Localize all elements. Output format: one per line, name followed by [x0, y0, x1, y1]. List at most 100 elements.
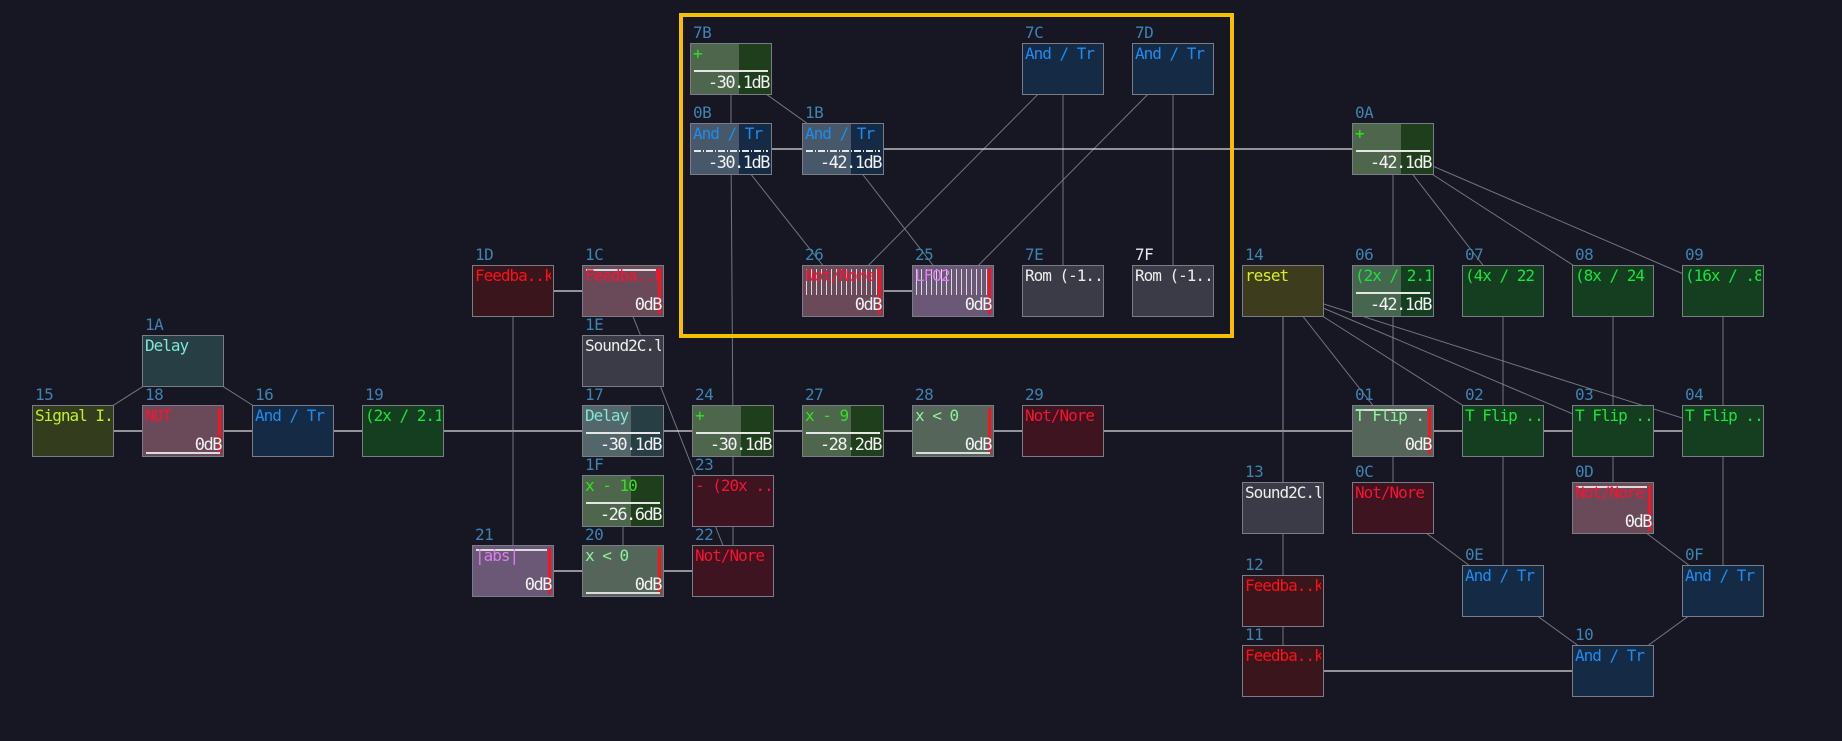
node-14[interactable]: 14 reset — [1242, 246, 1324, 317]
node-id-label: 19 — [365, 385, 384, 404]
node-title: Feedba..k — [1245, 577, 1321, 595]
node-title: x < 0 — [585, 547, 629, 565]
node-21[interactable]: 21 |abs| 0dB — [472, 526, 554, 597]
node-value: 0dB — [524, 575, 553, 595]
node-18[interactable]: 18 NOT 0dB — [142, 386, 224, 457]
node-id-label: 1B — [805, 103, 824, 122]
node-title: (2x / 2.1 — [1355, 267, 1431, 285]
node-id-label: 06 — [1355, 245, 1374, 264]
node-id-label: 7D — [1135, 23, 1154, 42]
node-id-label: 7F — [1135, 245, 1154, 264]
node-1b[interactable]: 1B And / Tr -42.1dB — [802, 104, 884, 175]
node-id-label: 1C — [585, 245, 604, 264]
node-0a[interactable]: 0A + -42.1dB — [1352, 104, 1434, 175]
node-16[interactable]: 16 And / Tr — [252, 386, 334, 457]
node-29[interactable]: 29 Not/Nore — [1022, 386, 1104, 457]
node-19[interactable]: 19 (2x / 2.1 — [362, 386, 444, 457]
node-1d[interactable]: 1D Feedba..k — [472, 246, 554, 317]
node-title: (2x / 2.1 — [365, 407, 441, 425]
node-7e[interactable]: 7E Rom (-1..) — [1022, 246, 1104, 317]
node-title: Not/Nore — [1355, 484, 1425, 502]
node-1c[interactable]: 1C Feedba..k 0dB — [582, 246, 664, 317]
node-graph-canvas[interactable]: 7B + -30.1dB 0B And / Tr -30.1dB 1B And / Tr -42… — [0, 0, 1842, 741]
node-15[interactable]: 15 Signal I..t — [32, 386, 114, 457]
node-17[interactable]: 17 Delay -30.1dB — [582, 386, 664, 457]
node-id-label: 1A — [145, 315, 164, 334]
node-title: T Flip ..5 — [1465, 407, 1541, 425]
node-title: x - 9 — [805, 407, 849, 425]
node-20[interactable]: 20 x < 0 0dB — [582, 526, 664, 597]
node-title: And / Tr — [1025, 45, 1095, 63]
node-title: Not/Nore — [1575, 484, 1645, 502]
node-07[interactable]: 07 (4x / 22 — [1462, 246, 1544, 317]
node-title: And / Tr — [1135, 45, 1205, 63]
node-title: LFO2 — [915, 267, 951, 285]
node-id-label: 16 — [255, 385, 274, 404]
node-1e[interactable]: 1E Sound2C.l — [582, 316, 664, 387]
node-11[interactable]: 11 Feedba..k — [1242, 626, 1324, 697]
node-title: Not/Nore — [805, 267, 875, 285]
node-title: - (20x ..) — [695, 477, 771, 495]
node-id-label: 11 — [1245, 625, 1264, 644]
node-id-label: 0A — [1355, 103, 1374, 122]
node-28[interactable]: 28 x < 0 0dB — [912, 386, 994, 457]
node-title: Not/Nore — [695, 547, 765, 565]
node-03[interactable]: 03 T Flip ..5 — [1572, 386, 1654, 457]
node-title: Delay — [585, 407, 629, 425]
node-title: x < 0 — [915, 407, 959, 425]
node-title: And / Tr — [693, 125, 763, 143]
signal-line — [696, 432, 770, 434]
node-title: And / Tr — [1685, 567, 1755, 585]
node-06[interactable]: 06 (2x / 2.1 -42.1dB — [1352, 246, 1434, 317]
node-0c[interactable]: 0C Not/Nore — [1352, 463, 1434, 534]
node-title: And / Tr — [255, 407, 325, 425]
node-0b[interactable]: 0B And / Tr -30.1dB — [690, 104, 772, 175]
node-26[interactable]: 26 Not/Nore 0dB — [802, 246, 884, 317]
node-value: -26.6dB — [599, 505, 663, 525]
node-27[interactable]: 27 x - 9 -28.2dB — [802, 386, 884, 457]
node-1a[interactable]: 1A Delay — [142, 316, 224, 387]
node-value: 0dB — [964, 295, 993, 315]
node-id-label: 27 — [805, 385, 824, 404]
node-25[interactable]: 25 LFO2 0dB — [912, 246, 994, 317]
node-title: And / Tr — [1465, 567, 1535, 585]
node-id-label: 09 — [1685, 245, 1704, 264]
node-04[interactable]: 04 T Flip ..5 — [1682, 386, 1764, 457]
node-1f[interactable]: 1F x - 10 -26.6dB — [582, 456, 664, 527]
node-24[interactable]: 24 + -30.1dB — [692, 386, 774, 457]
node-10[interactable]: 10 And / Tr — [1572, 626, 1654, 697]
node-title: Feedba..k — [1245, 647, 1321, 665]
node-0e[interactable]: 0E And / Tr — [1462, 546, 1544, 617]
node-id-label: 15 — [35, 385, 54, 404]
node-0f[interactable]: 0F And / Tr — [1682, 546, 1764, 617]
node-title: + — [693, 45, 703, 63]
node-title: reset — [1245, 267, 1289, 285]
node-02[interactable]: 02 T Flip ..5 — [1462, 386, 1544, 457]
node-0d[interactable]: 0D Not/Nore 0dB — [1572, 463, 1654, 534]
node-title: Signal I..t — [35, 407, 111, 425]
node-value: 0dB — [1624, 512, 1653, 532]
node-title: Not/Nore — [1025, 407, 1095, 425]
wire-0b-24 — [730, 148, 734, 432]
node-value: 0dB — [1404, 435, 1433, 455]
node-title: x - 10 — [585, 477, 638, 495]
node-id-label: 0F — [1685, 545, 1704, 564]
node-22[interactable]: 22 Not/Nore — [692, 526, 774, 597]
node-7d[interactable]: 7D And / Tr — [1132, 24, 1214, 95]
node-id-label: 28 — [915, 385, 934, 404]
node-7c[interactable]: 7C And / Tr — [1022, 24, 1104, 95]
node-13[interactable]: 13 Sound2C.l — [1242, 463, 1324, 534]
node-12[interactable]: 12 Feedba..k — [1242, 556, 1324, 627]
node-7b[interactable]: 7B + -30.1dB — [690, 24, 772, 95]
node-7f[interactable]: 7F Rom (-1..) — [1132, 246, 1214, 317]
node-09[interactable]: 09 (16x / .8 — [1682, 246, 1764, 317]
node-08[interactable]: 08 (8x / 24 — [1572, 246, 1654, 317]
node-value: -28.2dB — [819, 435, 883, 455]
node-id-label: 20 — [585, 525, 604, 544]
node-23[interactable]: 23 - (20x ..) — [692, 456, 774, 527]
wire-layer — [72, 68, 1724, 672]
node-01[interactable]: 01 T Flip ..5 0dB — [1352, 386, 1434, 457]
node-id-label: 14 — [1245, 245, 1264, 264]
node-value: 0dB — [634, 295, 663, 315]
signal-line — [806, 150, 880, 152]
